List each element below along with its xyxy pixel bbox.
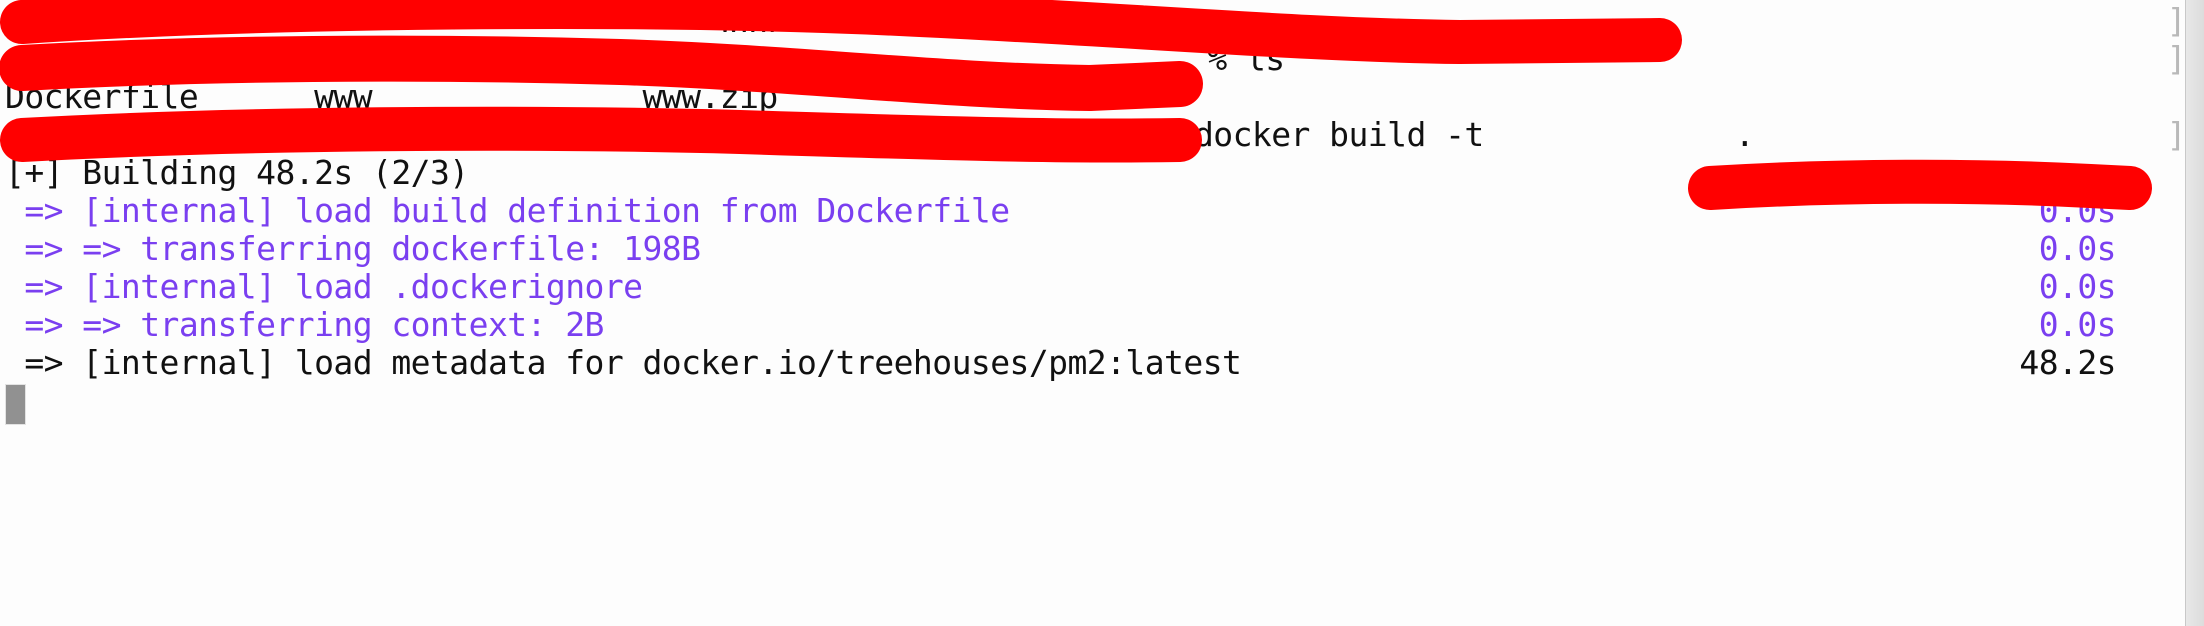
build-step-load-build-definition: => [internal] load build definition from…: [5, 191, 1010, 230]
build-step-duration-load-metadata: 48.2s: [2019, 343, 2116, 382]
build-step-duration-load-dockerignore: 0.0s: [2038, 267, 2117, 306]
prompt-mark-cd: ]: [2166, 1, 2187, 40]
terminal-line-ls: % ls: [1188, 39, 1285, 78]
build-step-transferring-dockerfile: => => transferring dockerfile: 198B: [5, 229, 701, 268]
terminal-cursor: [5, 384, 26, 425]
terminal-line-ls-output: Dockerfile www www.zip: [5, 77, 778, 116]
build-step-load-metadata: => [internal] load metadata for docker.i…: [5, 343, 1242, 382]
terminal-screen: www % cd ../ ] % ls ] Dockerfile www www…: [0, 0, 2204, 626]
build-step-load-dockerignore: => [internal] load .dockerignore: [5, 267, 643, 306]
terminal-window[interactable]: www % cd ../ ] % ls ] Dockerfile www www…: [0, 0, 2204, 626]
build-step-duration-transferring-dockerfile: 0.0s: [2038, 229, 2117, 268]
build-step-transferring-context: => => transferring context: 2B: [5, 305, 604, 344]
build-progress-header: [+] Building 48.2s (2/3): [5, 153, 469, 192]
build-step-duration-load-build-definition: 0.0s: [2038, 191, 2117, 230]
build-step-duration-transferring-context: 0.0s: [2038, 305, 2117, 344]
prompt-mark-docker-build: ]: [2166, 115, 2187, 154]
prompt-mark-ls: ]: [2166, 39, 2187, 78]
terminal-line-cd: www % cd ../: [700, 1, 952, 40]
window-scrollbar[interactable]: [2185, 0, 2204, 626]
terminal-line-docker-build: % docker build -t .: [1136, 115, 1755, 154]
